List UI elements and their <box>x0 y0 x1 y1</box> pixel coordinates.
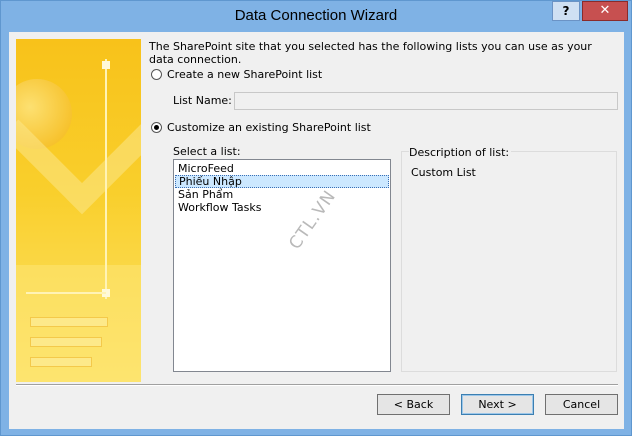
create-new-radio[interactable] <box>151 69 162 80</box>
window-title: Data Connection Wizard <box>234 7 398 24</box>
description-group <box>401 151 617 372</box>
customize-existing-radio[interactable] <box>151 122 162 133</box>
list-name-input[interactable] <box>234 92 618 110</box>
create-new-label[interactable]: Create a new SharePoint list <box>167 68 322 81</box>
select-list-label: Select a list: <box>173 145 241 158</box>
help-button[interactable]: ? <box>552 1 580 21</box>
list-item[interactable]: Sản Phẩm <box>175 188 389 201</box>
wizard-banner-image <box>16 39 141 382</box>
list-name-label: List Name: <box>173 94 232 107</box>
wizard-window: Data Connection Wizard ? ✕ The SharePoin… <box>0 0 632 436</box>
list-item[interactable]: Workflow Tasks <box>175 201 389 214</box>
title-bar: Data Connection Wizard ? ✕ <box>1 1 631 33</box>
cancel-button[interactable]: Cancel <box>545 394 618 415</box>
dialog-body: The SharePoint site that you selected ha… <box>9 32 624 429</box>
intro-text: The SharePoint site that you selected ha… <box>149 40 592 66</box>
description-text: Custom List <box>411 166 476 179</box>
customize-existing-label[interactable]: Customize an existing SharePoint list <box>167 121 371 134</box>
close-button[interactable]: ✕ <box>582 1 628 21</box>
list-item[interactable]: MicroFeed <box>175 162 389 175</box>
separator <box>16 384 618 386</box>
next-button[interactable]: Next > <box>461 394 534 415</box>
back-button[interactable]: < Back <box>377 394 450 415</box>
sharepoint-list-box[interactable]: MicroFeed Phiếu Nhập Sản Phẩm Workflow T… <box>173 159 391 372</box>
description-label: Description of list: <box>409 146 512 159</box>
list-item-selected[interactable]: Phiếu Nhập <box>175 175 389 188</box>
